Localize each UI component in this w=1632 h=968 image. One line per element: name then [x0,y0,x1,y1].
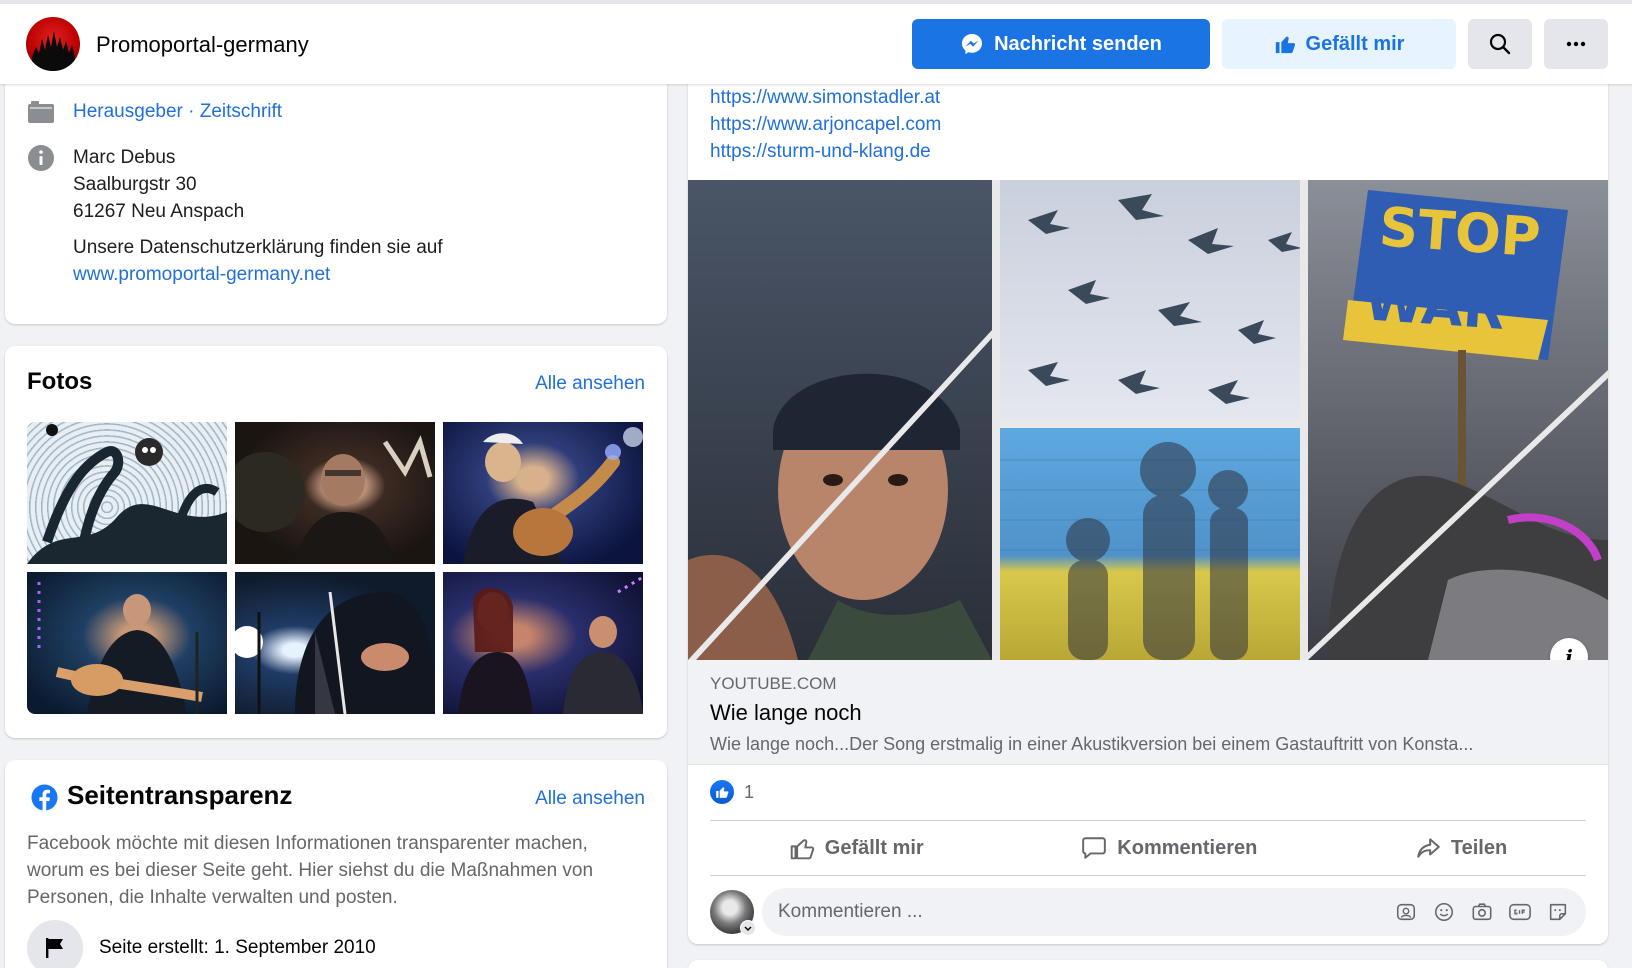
gif-icon[interactable] [1508,900,1532,924]
share-label: Teilen [1450,836,1508,859]
facebook-icon [31,784,58,811]
link-preview-image[interactable]: STOP WAR [688,180,1608,660]
stop-war-sign-line2: WAR [1362,269,1507,342]
like-post-label: Gefällt mir [824,836,924,859]
emoji-icon[interactable] [1432,900,1456,924]
send-message-button[interactable]: Nachricht senden [912,19,1210,69]
preview-domain: YOUTUBE.COM [710,674,837,693]
page-title[interactable]: Promoportal-germany [96,32,309,58]
page-transparency-card: Seitentransparenz Alle ansehen Facebook … [5,760,667,968]
photos-see-all-link[interactable]: Alle ansehen [535,373,645,395]
like-post-button[interactable]: Gefällt mir [789,835,924,861]
post-link[interactable]: https://sturm-und-klang.de [710,138,941,165]
post-link[interactable]: https://www.arjoncapel.com [710,111,941,138]
sticker-icon[interactable] [1546,900,1570,924]
photo-thumbnail[interactable] [27,422,227,564]
info-icon [27,144,55,172]
comment-label: Kommentieren [1117,836,1258,859]
avatar-sticker-icon[interactable] [1394,900,1418,924]
comment-input[interactable]: Kommentieren ... [762,888,1586,936]
messenger-icon [962,34,983,54]
reactions-summary[interactable]: 1 [710,780,754,804]
transparency-see-all-link[interactable]: Alle ansehen [535,788,645,810]
search-button[interactable] [1468,19,1532,69]
divider [710,875,1586,876]
stop-war-sign-line1: STOP [1377,195,1542,269]
address-name: Marc Debus [73,147,176,168]
chevron-down-icon [740,920,756,936]
category-icon [27,98,55,126]
camera-icon[interactable] [1470,900,1494,924]
comment-tools [1394,900,1570,924]
privacy-text: Unsere Datenschutzerklärung finden sie a… [73,237,443,258]
more-options-button[interactable] [1544,19,1608,69]
photos-title: Fotos [27,368,93,395]
search-icon [1489,33,1511,55]
share-icon [1417,838,1440,858]
page-header: Promoportal-germany Nachricht senden Gef… [0,0,1632,84]
more-dots-icon [1566,41,1586,47]
like-page-button[interactable]: Gefällt mir [1222,19,1456,69]
photo-thumbnail[interactable] [443,572,643,714]
like-page-label: Gefällt mir [1305,32,1405,55]
post-card: https://www.simonstadler.at https://www.… [688,60,1608,944]
address-row: Marc Debus Saalburgstr 30 61267 Neu Ansp… [27,144,443,288]
category-link-publisher[interactable]: Herausgeber [73,101,183,122]
comment-placeholder: Kommentieren ... [778,901,923,922]
thumbs-up-icon [1275,36,1295,54]
like-reaction-icon [710,780,734,804]
thumbs-up-outline-icon [790,839,814,860]
privacy-link[interactable]: www.promoportal-germany.net [73,261,443,288]
share-button[interactable]: Teilen [1415,835,1507,861]
preview-title: Wie lange noch [710,700,862,725]
like-count: 1 [744,781,755,802]
category-separator: · [182,101,200,122]
transparency-title: Seitentransparenz [67,780,293,810]
category-link-magazine[interactable]: Zeitschrift [200,101,282,122]
category-row: Herausgeber · Zeitschrift [27,98,282,126]
post-link[interactable]: https://www.simonstadler.at [710,84,941,111]
photo-thumbnail[interactable] [27,572,227,714]
preview-description: Wie lange noch...Der Song erstmalig in e… [710,734,1474,754]
send-message-label: Nachricht senden [994,32,1162,55]
photos-grid [27,422,650,714]
photos-card: Fotos Alle ansehen [5,346,667,738]
comment-button[interactable]: Kommentieren [1081,835,1257,861]
photo-thumbnail[interactable] [235,422,435,564]
transparency-description: Facebook möchte mit diesen Informationen… [27,833,594,908]
address-city: 61267 Neu Anspach [73,201,245,222]
comment-icon [1082,837,1107,859]
flag-icon [27,920,83,968]
page-avatar[interactable] [26,17,80,71]
next-post-card [688,960,1608,968]
divider [710,820,1586,821]
page-created-date: Seite erstellt: 1. September 2010 [99,937,376,958]
photo-thumbnail[interactable] [443,422,643,564]
page-created-row: Seite erstellt: 1. September 2010 [27,920,376,968]
photo-thumbnail[interactable] [235,572,435,714]
about-card: Herausgeber · Zeitschrift Marc Debus Saa… [5,60,667,324]
link-preview[interactable]: YOUTUBE.COM Wie lange noch Wie lange noc… [688,660,1608,765]
comment-composer: Kommentieren ... [710,888,1586,936]
post-actions: Gefällt mir Kommentieren Teilen [710,822,1586,874]
post-text-links: https://www.simonstadler.at https://www.… [710,84,941,165]
address-street: Saalburgstr 30 [73,174,197,195]
user-avatar[interactable] [710,890,756,936]
